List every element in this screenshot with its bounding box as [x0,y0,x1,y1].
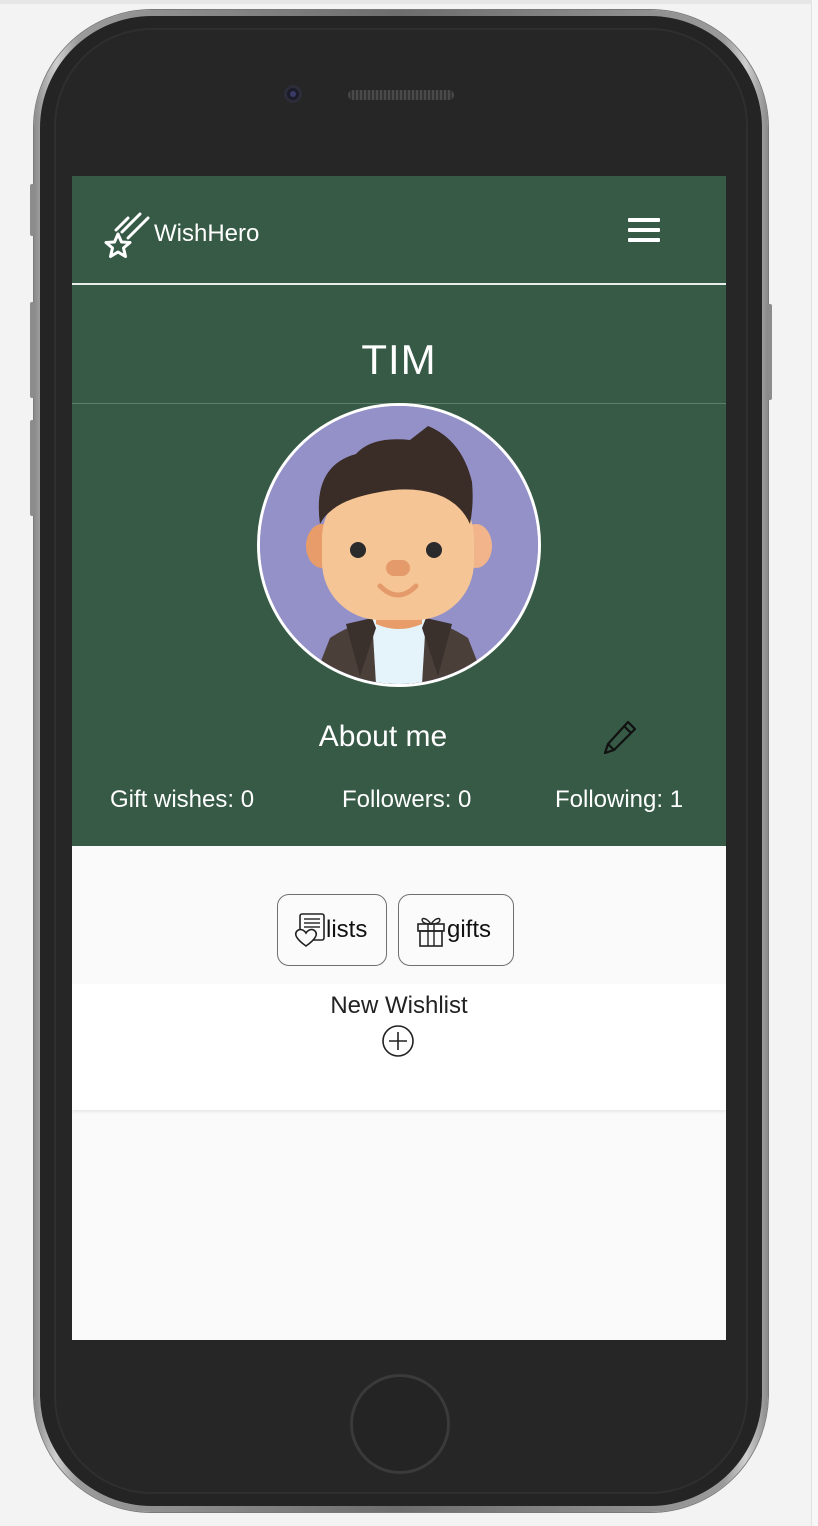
gift-wishes-stat[interactable]: Gift wishes: 0 [110,786,254,814]
phone-side-button-volume-up [30,302,36,398]
page: WishHero TIM About me Gift wishes: 0 Fol… [0,0,818,1526]
tab-lists-label: lists [326,916,368,943]
navbar: WishHero [72,176,726,285]
plus-circle-icon[interactable] [381,1024,415,1058]
browser-right-edge [811,0,818,1526]
phone-side-button-mute [30,184,36,236]
pencil-icon[interactable] [602,718,638,758]
menu-bar [628,238,660,242]
profile-username: TIM [361,336,437,383]
heart-list-icon [294,913,325,947]
hamburger-menu-icon[interactable] [628,218,664,248]
phone-side-button-power [766,304,772,400]
profile-header: WishHero TIM About me Gift wishes: 0 Fol… [72,176,726,846]
earpiece-speaker [348,90,454,100]
followers-stat[interactable]: Followers: 0 [342,786,471,814]
shooting-star-icon [104,212,150,258]
new-wishlist-label: New Wishlist [330,992,468,1019]
following-stat[interactable]: Following: 1 [555,786,683,814]
home-button[interactable] [350,1374,450,1474]
browser-top-edge [0,0,812,4]
gift-icon [417,917,445,947]
tab-lists[interactable]: lists [277,894,387,966]
content-tabs: lists gifts [72,894,726,968]
tab-gifts-label: gifts [447,916,492,943]
new-wishlist-card[interactable]: New Wishlist [72,984,726,1110]
front-camera-icon [284,85,302,103]
menu-bar [628,218,660,222]
phone-side-button-volume-down [30,420,36,516]
tab-gifts[interactable]: gifts [398,894,514,966]
avatar-illustration [260,406,538,684]
menu-bar [628,228,660,232]
avatar[interactable] [257,403,541,687]
about-me-title: About me [318,720,448,753]
brand-link[interactable]: WishHero [102,208,259,260]
app-screen: WishHero TIM About me Gift wishes: 0 Fol… [72,176,726,1340]
brand-name: WishHero [154,220,260,247]
